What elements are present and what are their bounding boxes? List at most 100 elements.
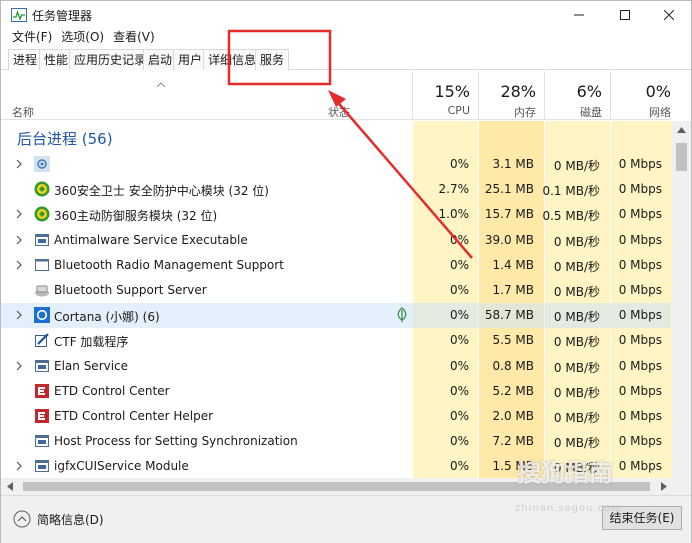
process-row[interactable]: 360主动防御服务模块 (32 位) 1.0% 15.7 MB 0.5 MB/秒 0 M… (1, 202, 671, 227)
network-value: 0 Mbps (618, 459, 662, 474)
process-row[interactable]: ETD Control Center Helper 0% 2.0 MB 0 MB/秒 0… (1, 404, 671, 429)
memory-value: 2.0 MB (492, 409, 534, 423)
network-value: 0 Mbps (618, 333, 662, 348)
tab-startup[interactable]: 启动 (143, 49, 178, 70)
window-title: 任务管理器 (32, 9, 93, 23)
disk-total-percent: 6% (576, 82, 602, 101)
process-row[interactable]: 0% 3.1 MB 0 MB/秒 0 Mbps (1, 152, 671, 177)
process-name: Elan Service (54, 358, 129, 373)
cpu-value: 0% (449, 383, 469, 398)
etd-icon (34, 383, 50, 399)
column-status[interactable]: 状态 (328, 104, 350, 120)
menu-bar: 文件(F) 选项(O) 查看(V) (1, 29, 691, 47)
scroll-up-arrow-icon[interactable] (677, 127, 686, 133)
column-network[interactable]: 0% 网络 (611, 71, 679, 120)
disk-value: 0.5 MB/秒 (542, 209, 600, 224)
disk-value: 0 MB/秒 (553, 360, 600, 375)
network-value: 0 Mbps (618, 257, 662, 272)
tab-processes[interactable]: 进程 (8, 49, 43, 71)
network-total-percent: 0% (645, 82, 671, 101)
menu-file[interactable]: 文件(F) (1, 29, 57, 47)
bluetooth-server-icon (34, 282, 50, 298)
memory-value: 58.7 MB (484, 308, 534, 323)
expand-chevron-icon[interactable] (14, 234, 24, 246)
expand-chevron-icon[interactable] (14, 158, 24, 170)
network-value: 0 Mbps (618, 182, 662, 197)
tab-users[interactable]: 用户 (173, 49, 208, 70)
group-header-background-processes[interactable]: 后台进程 (56) (1, 121, 671, 152)
tab-bar: 进程 性能 应用历史记录 启动 用户 详细信息 服务 (1, 47, 691, 71)
close-button[interactable] (646, 1, 692, 29)
cpu-value: 0% (449, 409, 469, 423)
process-name: 360主动防御服务模块 (32 位) (54, 209, 218, 224)
scroll-right-arrow-icon[interactable] (661, 482, 667, 491)
minimize-icon (574, 14, 584, 16)
menu-options[interactable]: 选项(O) (57, 29, 109, 47)
process-row[interactable]: ETD Control Center 0% 5.2 MB 0 MB/秒 0 Mbps (1, 379, 671, 404)
memory-value: 7.2 MB (492, 434, 534, 449)
cpu-value: 0% (449, 434, 469, 449)
process-row[interactable]: Elan Service 0% 0.8 MB 0 MB/秒 0 Mbps (1, 354, 671, 379)
memory-value: 1.7 MB (492, 283, 534, 297)
memory-value: 0.8 MB (492, 358, 534, 373)
title-bar[interactable]: 任务管理器 (1, 1, 691, 29)
disk-value: 0 MB/秒 (553, 436, 600, 451)
disk-value: 0 MB/秒 (553, 259, 600, 274)
360-shield-icon (34, 206, 50, 222)
column-memory[interactable]: 28% 内存 (479, 71, 544, 120)
tab-app-history[interactable]: 应用历史记录 (69, 49, 152, 70)
tab-services[interactable]: 服务 (255, 49, 290, 70)
close-icon (664, 10, 674, 20)
column-name[interactable]: 名称 (12, 104, 34, 120)
maximize-button[interactable] (602, 1, 648, 29)
process-row[interactable]: 360安全卫士 安全防护中心模块 (32 位) 2.7% 25.1 MB 0.1 MB… (1, 177, 671, 202)
minimize-button[interactable] (556, 1, 602, 29)
fewer-details-button[interactable]: 简略信息(D) (13, 508, 104, 530)
menu-view[interactable]: 查看(V) (109, 29, 160, 47)
disk-value: 0 MB/秒 (553, 159, 600, 173)
memory-label: 内存 (514, 106, 536, 119)
process-list: 后台进程 (56) 0% 3.1 MB 0 MB/秒 0 Mbps 360安全卫士 安全… (1, 121, 671, 478)
sort-ascending-icon[interactable] (156, 81, 166, 89)
vertical-scroll-thumb[interactable] (676, 143, 687, 171)
service-window-icon (34, 458, 50, 474)
memory-value: 3.1 MB (492, 157, 534, 171)
watermark-url: zhinan.sogou.com (515, 503, 623, 514)
tab-performance[interactable]: 性能 (39, 49, 74, 70)
network-value: 0 Mbps (618, 157, 662, 171)
process-row[interactable]: Antimalware Service Executable 0% 39.0 MB 0… (1, 228, 671, 253)
disk-value: 0 MB/秒 (553, 285, 600, 299)
network-value: 0 Mbps (618, 308, 662, 323)
disk-value: 0 MB/秒 (553, 411, 600, 425)
column-cpu[interactable]: 15% CPU (413, 71, 478, 120)
service-window-icon (34, 433, 50, 449)
process-name: Bluetooth Radio Management Support (54, 257, 284, 272)
memory-value: 1.4 MB (492, 257, 534, 272)
process-name: Antimalware Service Executable (54, 232, 248, 247)
tab-details[interactable]: 详细信息 (203, 49, 262, 70)
cpu-value: 0% (449, 459, 469, 474)
expand-chevron-icon[interactable] (14, 360, 24, 372)
suspended-leaf-icon (396, 307, 408, 323)
expand-chevron-icon[interactable] (14, 259, 24, 271)
cpu-value: 0% (449, 333, 469, 348)
360-shield-icon (34, 181, 50, 197)
expand-chevron-icon[interactable] (14, 460, 24, 472)
vertical-scrollbar[interactable] (672, 121, 691, 478)
process-row[interactable]: Cortana (小娜) (6) 0% 58.7 MB 0 MB/秒 0 Mbps (1, 303, 671, 329)
process-row[interactable]: Bluetooth Support Server 0% 1.7 MB 0 MB/秒 0 … (1, 278, 671, 303)
cpu-label: CPU (447, 104, 470, 117)
expand-chevron-icon[interactable] (14, 309, 24, 321)
process-row[interactable]: CTF 加载程序 0% 5.5 MB 0 MB/秒 0 Mbps (1, 328, 671, 353)
process-row[interactable]: Host Process for Setting Synchronization… (1, 429, 671, 454)
memory-value: 5.5 MB (492, 333, 534, 348)
disk-value: 0 MB/秒 (553, 335, 600, 350)
network-value: 0 Mbps (618, 283, 662, 297)
column-disk[interactable]: 6% 磁盘 (545, 71, 610, 120)
scroll-left-arrow-icon[interactable] (7, 482, 13, 491)
collapse-up-circle-icon (13, 510, 31, 528)
expand-chevron-icon[interactable] (14, 208, 24, 220)
disk-value: 0 MB/秒 (553, 234, 600, 249)
process-row[interactable]: Bluetooth Radio Management Support 0% 1.4 … (1, 253, 671, 278)
fewer-details-label: 简略信息(D) (37, 512, 104, 527)
